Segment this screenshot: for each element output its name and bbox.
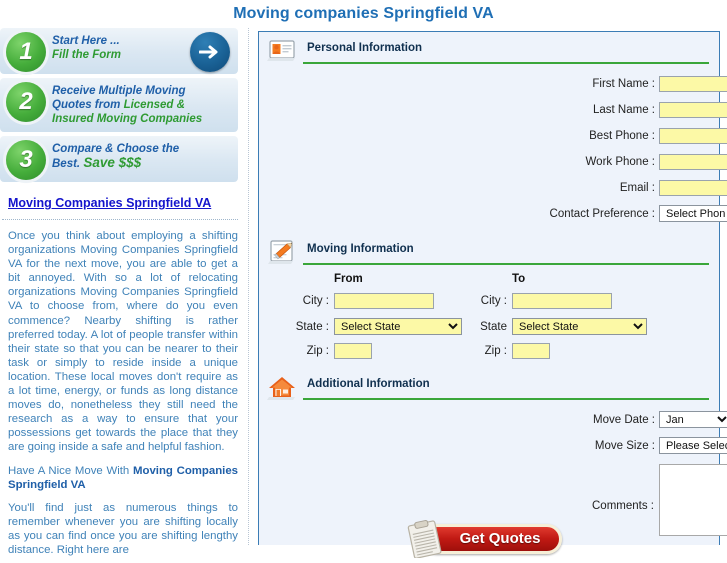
step-text-3: Compare & Choose the Best. Save $$$ [52,142,230,171]
section-header-moving: Moving Information [268,240,709,267]
to-zip-input[interactable] [512,343,550,359]
field-row-state: State : Select State State Select State [259,317,719,339]
label-to-city: City : [480,295,507,307]
email-input[interactable] [659,180,727,196]
steps-list: 1 Start Here ... Fill the Form 2 Receive… [0,28,238,182]
move-date-month-select[interactable]: Jan [659,411,727,428]
to-heading: To [512,273,526,285]
from-heading: From [334,273,363,285]
step-2-line-2: Quotes from Licensed & [52,98,230,112]
comments-textarea-wrapper [659,464,727,539]
page-root: Moving companies Springfield VA 1 Start … [0,0,727,559]
arrow-right-icon [199,45,218,59]
step-3-line-2-green: Save $$$ [83,155,142,170]
start-arrow-button[interactable] [190,32,230,72]
page-title: Moving companies Springfield VA [233,5,494,22]
section-title-additional: Additional Information [307,378,430,390]
label-email: Email : [619,182,655,194]
article-subheading: Have A Nice Move With Moving Companies S… [8,464,238,492]
step-3-line-1: Compare & Choose the [52,143,180,155]
step-badge-3: 3 [6,140,46,180]
field-row-last-name: Last Name : * [259,101,727,123]
step-2-line-2-blue: Quotes from [52,99,124,111]
field-row-work-phone: Work Phone : [259,153,727,175]
section-rule-additional [303,398,709,400]
step-3-line-2: Best. Save $$$ [52,156,230,171]
step-item-2: 2 Receive Multiple Moving Quotes from Li… [0,78,238,132]
section-rule-personal [303,62,709,64]
from-zip-input[interactable] [334,343,372,359]
field-row-email: Email : * [259,179,727,201]
id-card-icon [267,37,297,65]
field-row-zip: Zip : Zip : [259,342,719,364]
to-state-select[interactable]: Select State [512,318,647,335]
section-header-additional: Additional Information [267,376,709,402]
step-2-line-1: Receive Multiple Moving [52,85,186,97]
sidebar-keyword-link[interactable]: Moving Companies Springfield VA [8,196,244,210]
get-quotes-button[interactable]: Get Quotes [394,518,562,559]
step-2-line-2-green: Licensed & [123,99,185,111]
step-2-line-3: Insured Moving Companies [52,113,203,125]
first-name-input[interactable] [659,76,727,92]
pencil-notepad-icon [267,238,297,266]
section-header-personal: Personal Information [267,40,709,66]
label-work-phone: Work Phone : [585,156,655,168]
field-row-move-size: Move Size : Please Select * [259,436,727,460]
section-rule-moving [303,263,709,265]
sidebar: 1 Start Here ... Fill the Form 2 Receive… [0,28,244,556]
best-phone-input[interactable] [659,128,727,144]
step-3-line-2-blue: Best. [52,158,84,170]
field-row-best-phone: Best Phone : * [259,127,727,149]
label-last-name: Last Name : [593,104,655,116]
label-first-name: First Name : [592,78,655,90]
move-size-select[interactable]: Please Select [659,437,727,454]
from-city-input[interactable] [334,293,434,309]
from-to-headings: From To [259,273,719,291]
label-to-state: State [480,321,507,333]
last-name-input[interactable] [659,102,727,118]
label-to-zip: Zip : [484,345,507,357]
label-best-phone: Best Phone : [589,130,655,142]
field-row-city: City : City : [259,292,719,314]
sidebar-divider [2,219,238,221]
label-move-date: Move Date : [593,414,655,426]
label-contact-preference: Contact Preference : [549,208,655,220]
step-badge-1: 1 [6,32,46,72]
contact-phone-select[interactable]: Select Phone [659,205,727,222]
label-from-city: City : [302,295,329,307]
work-phone-input[interactable] [659,154,727,170]
sidebar-article: Once you think about employing a shiftin… [8,229,238,557]
label-comments: Comments : [592,500,654,512]
house-icon [267,373,297,401]
article-subheading-prefix: Have A Nice Move With [8,464,133,477]
field-row-first-name: First Name : * [259,75,727,97]
label-from-zip: Zip : [306,345,329,357]
comments-textarea[interactable] [660,465,727,539]
field-row-move-date: Move Date : Jan 1 * [259,410,727,434]
step-item-3: 3 Compare & Choose the Best. Save $$$ [0,136,238,182]
article-paragraph-1: Once you think about employing a shiftin… [8,230,238,454]
field-row-contact-preference: Contact Preference : Select Phone * Sele… [259,205,727,229]
quote-form-panel: Personal Information First Name : * Last… [258,31,727,559]
label-move-size: Move Size : [594,440,655,452]
label-from-state: State : [295,321,329,333]
column-divider [248,28,250,545]
section-title-moving: Moving Information [307,243,414,255]
to-city-input[interactable] [512,293,612,309]
get-quotes-label: Get Quotes [459,530,541,547]
form-inner: Personal Information First Name : * Last… [259,40,727,559]
step-text-2: Receive Multiple Moving Quotes from Lice… [52,84,230,126]
step-badge-2: 2 [6,82,46,122]
article-paragraph-2: You'll find just as numerous things to r… [8,501,238,556]
step-item-1: 1 Start Here ... Fill the Form [0,28,238,74]
section-title-personal: Personal Information [307,42,423,54]
